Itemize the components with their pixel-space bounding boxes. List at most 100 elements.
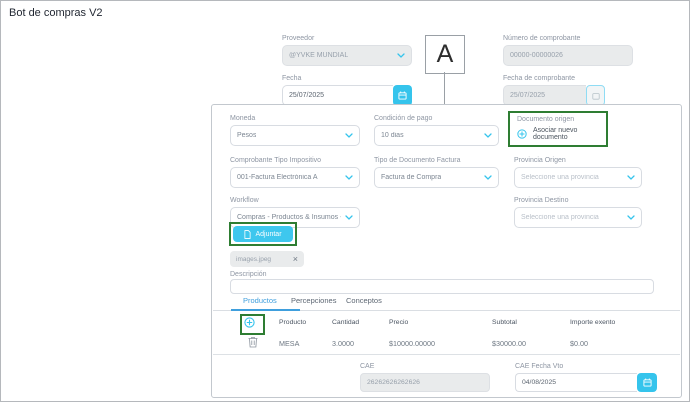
calendar-icon (592, 92, 600, 100)
tab-percepciones[interactable]: Percepciones (291, 296, 336, 305)
file-icon (244, 230, 251, 239)
fecha-comprobante-value: 25/07/2025 (510, 92, 545, 99)
chevron-down-icon (345, 133, 353, 138)
fecha-calendar-button[interactable] (393, 85, 412, 106)
adjuntar-button-label: Adjuntar (255, 231, 281, 238)
comprobante-tipo-label: Comprobante Tipo Impositivo (230, 157, 360, 164)
fecha-comprobante-input[interactable]: 25/07/2025 (503, 85, 586, 106)
plus-circle-icon (517, 129, 527, 139)
moneda-value: Pesos (237, 132, 256, 139)
cell-importe-exento: $0.00 (570, 339, 588, 348)
condicion-pago-select[interactable]: 10 dias (374, 125, 499, 146)
provincia-destino-field-group: Provincia Destino Seleccione una provinc… (514, 197, 642, 228)
tipo-documento-field-group: Tipo de Documento Factura Factura de Com… (374, 157, 499, 188)
chevron-down-icon (627, 215, 635, 220)
workflow-value: Compras - Productos & Insumos - ... (237, 214, 341, 221)
fecha-comprobante-field-group: Fecha de comprobante 25/07/2025 (503, 75, 605, 106)
proveedor-field-group: Proveedor @YVKE MUNDIAL (282, 35, 412, 66)
provincia-origen-placeholder: Seleccione una provincia (521, 174, 599, 181)
add-product-button[interactable] (244, 317, 255, 328)
condicion-pago-label: Condición de pago (374, 115, 499, 122)
asociar-documento-link[interactable]: Asociar nuevo documento (517, 127, 606, 141)
numero-comprobante-value: 00000-00000026 (510, 52, 563, 59)
calendar-icon (643, 378, 652, 387)
bot-compras-window: Bot de compras V2 Proveedor @YVKE MUNDIA… (0, 0, 690, 402)
fecha-label: Fecha (282, 75, 412, 82)
cell-subtotal: $30000.00 (492, 339, 526, 348)
annotation-letter: A (437, 40, 454, 69)
annotation-connector-line (444, 72, 445, 104)
numero-comprobante-field-group: Número de comprobante 00000-00000026 (503, 35, 633, 66)
documento-origen-highlight-box: Documento origen Asociar nuevo documento (508, 111, 608, 147)
tipo-documento-label: Tipo de Documento Factura (374, 157, 499, 164)
provincia-origen-field-group: Provincia Origen Seleccione una provinci… (514, 157, 642, 188)
fecha-value: 25/07/2025 (289, 92, 324, 99)
cell-cantidad: 3.0000 (332, 339, 354, 348)
tab-bar: Productos Percepciones Conceptos (213, 293, 680, 311)
remove-attachment-icon[interactable]: × (293, 255, 298, 264)
fecha-comprobante-label: Fecha de comprobante (503, 75, 605, 82)
chevron-down-icon (484, 133, 492, 138)
asociar-documento-label: Asociar nuevo documento (533, 127, 606, 141)
delete-row-button[interactable] (248, 336, 258, 348)
provincia-origen-label: Provincia Origen (514, 157, 642, 164)
table-row-divider (213, 354, 680, 355)
provincia-destino-select[interactable]: Seleccione una provincia (514, 207, 642, 228)
cell-producto: MESA (279, 339, 299, 348)
chevron-down-icon (345, 175, 353, 180)
descripcion-input[interactable] (230, 279, 654, 294)
chevron-down-icon (484, 175, 492, 180)
fecha-input[interactable]: 25/07/2025 (282, 85, 393, 106)
proveedor-label: Proveedor (282, 35, 412, 42)
adjuntar-button[interactable]: Adjuntar (233, 226, 293, 242)
comprobante-tipo-value: 001-Factura Electrónica A (237, 174, 318, 181)
moneda-select[interactable]: Pesos (230, 125, 360, 146)
cae-label: CAE (360, 363, 490, 370)
documento-origen-label: Documento origen (517, 116, 606, 123)
descripcion-label: Descripción (230, 271, 267, 278)
tab-productos[interactable]: Productos (243, 296, 277, 305)
cae-fecha-vto-calendar-button[interactable] (637, 373, 657, 392)
numero-comprobante-label: Número de comprobante (503, 35, 633, 42)
cae-value: 26262626262626 (367, 379, 420, 386)
cae-fecha-vto-value: 04/08/2025 (522, 379, 556, 386)
col-header-cantidad: Cantidad (332, 319, 359, 326)
fecha-comprobante-calendar-button[interactable] (586, 85, 605, 106)
cae-fecha-vto-input[interactable]: 04/08/2025 (515, 373, 637, 392)
moneda-label: Moneda (230, 115, 360, 122)
plus-circle-icon (244, 317, 255, 328)
provincia-origen-select[interactable]: Seleccione una provincia (514, 167, 642, 188)
chevron-down-icon (345, 215, 353, 220)
proveedor-value: @YVKE MUNDIAL (289, 52, 348, 59)
condicion-pago-field-group: Condición de pago 10 dias (374, 115, 499, 146)
col-header-importe-exento: Importe exento (570, 319, 615, 326)
cae-fecha-vto-field-group: CAE Fecha Vto 04/08/2025 (515, 363, 657, 392)
tab-conceptos[interactable]: Conceptos (346, 296, 382, 305)
col-header-producto: Producto (279, 319, 306, 326)
attachment-chip: images.jpeg × (230, 251, 304, 267)
annotation-marker-a: A (425, 35, 465, 74)
calendar-icon (398, 91, 407, 100)
numero-comprobante-input[interactable]: 00000-00000026 (503, 45, 633, 66)
fecha-field-group: Fecha 25/07/2025 (282, 75, 412, 106)
cell-precio: $10000.00000 (389, 339, 435, 348)
page-title: Bot de compras V2 (9, 7, 103, 19)
provincia-destino-placeholder: Seleccione una provincia (521, 214, 599, 221)
chevron-down-icon (397, 53, 405, 58)
cae-fecha-vto-label: CAE Fecha Vto (515, 363, 657, 370)
detail-panel: Moneda Pesos Condición de pago 10 dias D… (211, 104, 682, 398)
workflow-label: Workflow (230, 197, 360, 204)
comprobante-tipo-field-group: Comprobante Tipo Impositivo 001-Factura … (230, 157, 360, 188)
chevron-down-icon (627, 175, 635, 180)
condicion-pago-value: 10 dias (381, 132, 404, 139)
col-header-subtotal: Subtotal (492, 319, 517, 326)
cae-input[interactable]: 26262626262626 (360, 373, 490, 392)
proveedor-select[interactable]: @YVKE MUNDIAL (282, 45, 412, 66)
cae-field-group: CAE 26262626262626 (360, 363, 490, 392)
tipo-documento-select[interactable]: Factura de Compra (374, 167, 499, 188)
active-tab-underline (231, 309, 300, 311)
provincia-destino-label: Provincia Destino (514, 197, 642, 204)
comprobante-tipo-select[interactable]: 001-Factura Electrónica A (230, 167, 360, 188)
moneda-field-group: Moneda Pesos (230, 115, 360, 146)
attachment-filename: images.jpeg (236, 256, 271, 263)
